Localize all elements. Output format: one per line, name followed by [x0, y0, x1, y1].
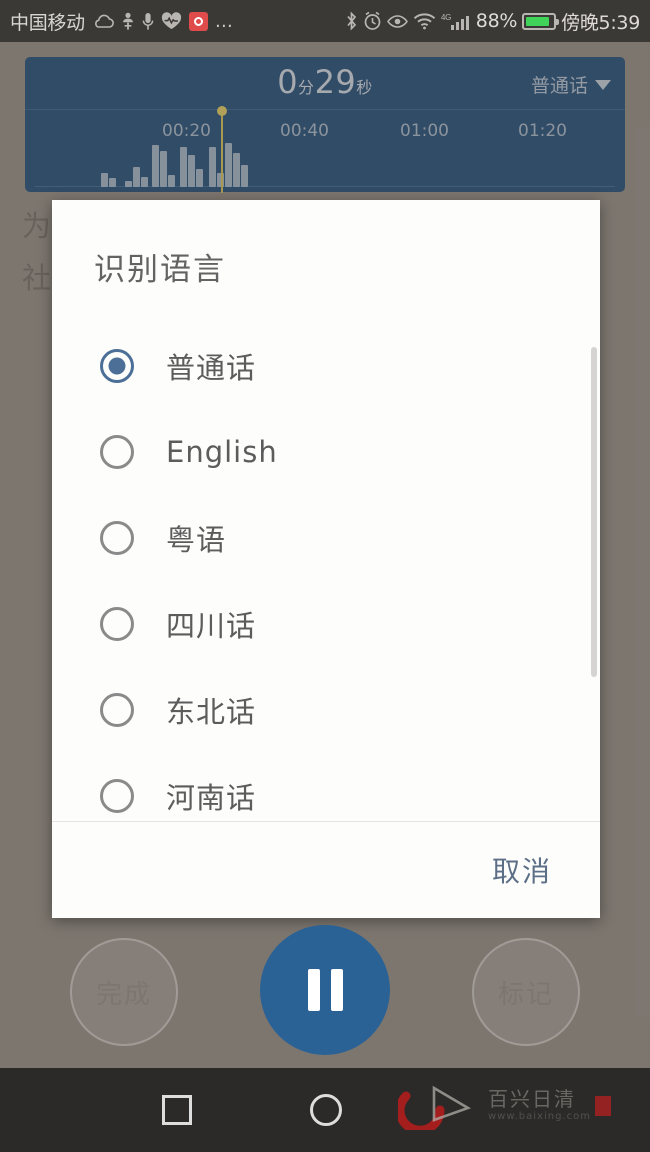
- watermark: 百兴日清 www.baixing.com: [398, 1082, 611, 1130]
- radio-icon[interactable]: [100, 693, 134, 727]
- status-bar-right: 4G 88% 傍晚5:39: [345, 8, 640, 35]
- option-label: 四川话: [166, 609, 257, 643]
- wifi-icon: [413, 12, 436, 30]
- clock-label: 傍晚5:39: [561, 11, 640, 34]
- done-button[interactable]: 完成: [70, 938, 178, 1046]
- cloud-icon: [92, 13, 114, 29]
- app-badge-icon: [188, 11, 208, 31]
- watermark-red-block-icon: [594, 1096, 611, 1116]
- circle-home-icon[interactable]: [310, 1094, 342, 1126]
- mark-button-label: 标记: [497, 979, 554, 1010]
- dialog-scrollbar[interactable]: [591, 347, 597, 677]
- person-icon: [121, 12, 135, 31]
- status-bar-left: 中国移动 …: [10, 8, 241, 35]
- dialog-footer: 取消: [52, 821, 600, 918]
- square-recents-icon[interactable]: [162, 1095, 192, 1125]
- language-options-list[interactable]: 普通话 English 粤语 四川话 东北话 河南话: [52, 289, 600, 821]
- language-option-english[interactable]: English: [52, 409, 600, 495]
- option-label: 东北话: [166, 695, 257, 729]
- pause-icon: [307, 969, 320, 1011]
- battery-percent-label: 88%: [475, 10, 518, 32]
- watermark-main-label: 百兴日清: [488, 1087, 576, 1111]
- swoosh-logo-icon: [398, 1085, 472, 1130]
- radio-icon[interactable]: [100, 521, 134, 555]
- radio-icon[interactable]: [100, 607, 134, 641]
- signal-bars-icon: 4G: [441, 12, 471, 31]
- pause-icon: [330, 969, 343, 1011]
- overflow-dots-icon: …: [214, 10, 234, 32]
- svg-text:4G: 4G: [441, 13, 451, 22]
- transport-controls: 完成 标记: [0, 920, 650, 1068]
- language-option-cantonese[interactable]: 粤语: [52, 495, 600, 581]
- carrier-label: 中国移动: [10, 11, 85, 34]
- watermark-sub-label: www.baixing.com: [488, 1111, 591, 1122]
- system-nav-bar: 百兴日清 www.baixing.com: [0, 1068, 650, 1152]
- mic-icon: [142, 12, 154, 31]
- watermark-text: 百兴日清 www.baixing.com: [488, 1088, 591, 1124]
- status-bar: 中国移动 … 4G 88% 傍晚5:39: [0, 0, 650, 42]
- option-label: English: [166, 435, 278, 469]
- bluetooth-icon: [345, 11, 358, 31]
- radio-icon[interactable]: [100, 349, 134, 383]
- eye-care-icon: [386, 13, 408, 30]
- radio-icon[interactable]: [100, 435, 134, 469]
- cancel-button[interactable]: 取消: [486, 849, 558, 891]
- dialog-title: 识别语言: [94, 252, 226, 288]
- alarm-icon: [363, 11, 382, 31]
- mark-button[interactable]: 标记: [472, 938, 580, 1046]
- radio-icon[interactable]: [100, 779, 134, 813]
- pause-button[interactable]: [260, 925, 390, 1055]
- heart-icon: [161, 11, 182, 31]
- language-dialog: 识别语言 普通话 English 粤语 四川话 东北话 河南话 取消: [52, 200, 600, 918]
- option-label: 普通话: [166, 351, 257, 385]
- language-option-sichuanese[interactable]: 四川话: [52, 581, 600, 667]
- option-label: 河南话: [166, 781, 257, 815]
- language-option-henanese[interactable]: 河南话: [52, 753, 600, 821]
- option-label: 粤语: [166, 523, 227, 557]
- language-option-northeastern[interactable]: 东北话: [52, 667, 600, 753]
- done-button-label: 完成: [95, 979, 152, 1010]
- phone-screen: 中国移动 … 4G 88% 傍晚5:39 0分29秒 普通话 00:20 00:…: [0, 0, 650, 1152]
- battery-icon: [522, 12, 560, 30]
- language-option-putonghua[interactable]: 普通话: [52, 323, 600, 409]
